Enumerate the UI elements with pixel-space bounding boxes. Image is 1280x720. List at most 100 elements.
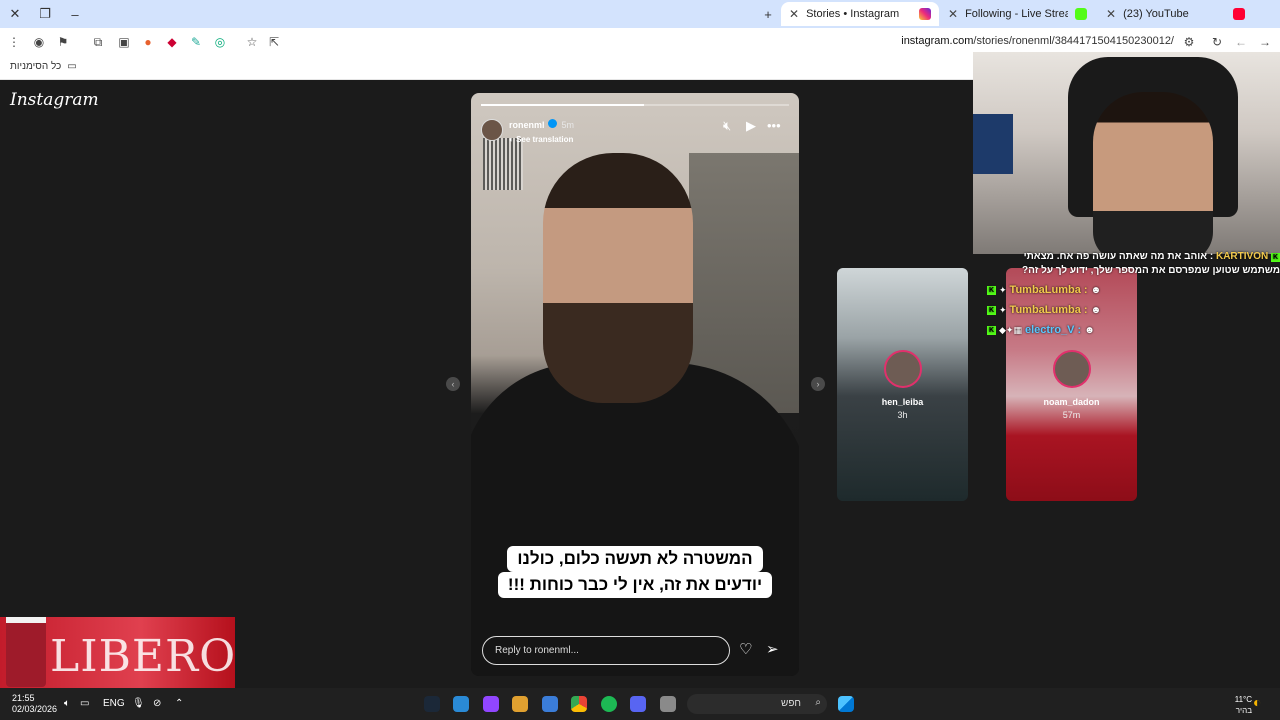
chat-message: K ◆✦▦ electro_V : ☻	[987, 324, 1095, 336]
weather-widget[interactable]: 11°C בהיר	[1235, 694, 1252, 716]
clock[interactable]: 21:55 02/03/2026	[12, 693, 57, 715]
avatar[interactable]	[481, 118, 503, 141]
mute-icon[interactable]: 🔇︎	[723, 118, 731, 134]
ad-brand-text: LIBERO	[50, 631, 235, 682]
extension-icon[interactable]: ◎	[212, 34, 228, 50]
start-windows-icon[interactable]	[838, 696, 854, 712]
instagram-logo[interactable]: Instagram	[10, 90, 99, 110]
tab-instagram-stories[interactable]: ✕ Stories • Instagram	[781, 2, 939, 26]
language-indicator[interactable]: ENG	[103, 698, 125, 709]
see-translation-link[interactable]: ◐ See translation	[509, 135, 574, 144]
bookmark-star-icon[interactable]: ☆	[244, 34, 260, 50]
forward-icon[interactable]: →	[1257, 34, 1273, 50]
emote-icon: ☻	[1084, 324, 1095, 336]
play-icon[interactable]: ▶	[746, 118, 756, 134]
minimize-window-icon[interactable]: –	[65, 4, 85, 24]
caption-line: המשטרה לא תעשה כלום, כולנו	[507, 546, 763, 572]
spotify-icon[interactable]	[601, 696, 617, 712]
install-app-icon[interactable]: ⇱	[266, 34, 282, 50]
close-tab-icon[interactable]: ✕	[948, 7, 958, 21]
kick-favicon-icon	[1075, 8, 1087, 20]
twitch-icon[interactable]	[483, 696, 499, 712]
reply-input[interactable]: Reply to ronenml...	[482, 636, 730, 665]
story-image-vent	[483, 138, 523, 190]
kick-badge-icon: K	[987, 285, 996, 295]
next-story-icon[interactable]: ›	[811, 377, 825, 391]
extension-icon[interactable]: ✎	[188, 34, 204, 50]
extension-icon[interactable]: ◉	[31, 34, 47, 50]
emote-icon: ☻	[1090, 304, 1102, 316]
close-tab-icon[interactable]: ✕	[1106, 7, 1116, 21]
chat-message: K ✦ TumbaLumba : ☻	[987, 284, 1101, 296]
webcam-overlay	[973, 52, 1280, 254]
emote-icon: ☻	[1090, 284, 1102, 296]
story-caption: המשטרה לא תעשה כלום, כולנו יודעים את זה,…	[489, 546, 781, 598]
close-window-icon[interactable]: ✕	[5, 4, 25, 24]
chat-overlay: K KARTIVON : אוהב את מה שאתה עושה פה אח.…	[985, 250, 1280, 278]
extension-icon[interactable]: ●	[140, 34, 156, 50]
file-explorer-icon[interactable]	[660, 696, 676, 712]
extension-icon[interactable]: ◆	[164, 34, 180, 50]
story-progress-bar	[481, 104, 789, 106]
story-progress-fill	[481, 104, 645, 106]
previous-story-icon[interactable]: ‹	[446, 377, 460, 391]
preview-username: hen_leiba	[881, 397, 924, 407]
chat-username: electro_V :	[1024, 324, 1082, 336]
address-bar[interactable]: instagram.com/stories/ronenml/3844171504…	[901, 35, 1174, 47]
app-icon[interactable]	[512, 696, 528, 712]
more-options-icon[interactable]: •••	[767, 118, 781, 133]
share-send-icon[interactable]: ➢	[766, 640, 779, 658]
site-settings-icon[interactable]: ⚙	[1181, 34, 1197, 50]
menu-dots-icon[interactable]: ⋮	[6, 34, 22, 50]
chrome-icon[interactable]	[571, 696, 587, 712]
kick-badge-icon: K	[987, 305, 996, 315]
new-tab-button[interactable]: +	[758, 4, 778, 24]
webcam-background-poster	[973, 114, 1013, 174]
caption-line: יודעים את זה, אין לי כבר כוחות !!!	[497, 572, 773, 598]
reload-icon[interactable]: ↻	[1209, 34, 1225, 50]
chevron-up-icon[interactable]: ⌃	[175, 698, 183, 709]
extension-icon[interactable]: ⚑	[55, 34, 71, 50]
chat-message: K KARTIVON : אוהב את מה שאתה עושה פה אח.…	[1022, 251, 1280, 276]
chat-username: TumbaLumba :	[1009, 284, 1088, 296]
like-heart-icon[interactable]: ♡	[739, 640, 752, 658]
kick-badge-icon: K	[987, 325, 996, 335]
network-icon[interactable]: ▭	[80, 698, 89, 709]
discord-icon[interactable]	[630, 696, 646, 712]
steam-icon[interactable]	[424, 696, 440, 712]
chat-badge-icon: ◆✦▦	[999, 324, 1022, 335]
extensions-puzzle-icon[interactable]: ⧉	[90, 34, 106, 50]
tab-youtube[interactable]: ✕ (23) YouTube	[1098, 2, 1253, 26]
story-preview-noam-dadon[interactable]: noam_dadon 57m	[1006, 268, 1137, 501]
story-username[interactable]: ronenml	[509, 120, 545, 130]
chat-badge-icon: ✦	[999, 304, 1007, 315]
back-icon[interactable]: ←	[1233, 34, 1249, 50]
folder-icon: ▭	[67, 61, 77, 72]
search-icon: ⌕	[815, 697, 821, 708]
bookmarks-bar: כל הסימניות ▭	[0, 56, 973, 80]
story-time: 5m	[561, 120, 575, 130]
tab-kick-following[interactable]: ✕ Following - Live Streams on Kic	[940, 2, 1095, 26]
notepad-icon[interactable]	[542, 696, 558, 712]
story-header: ronenml 5m ◐ See translation	[481, 115, 574, 144]
windows-taskbar: 21:55 02/03/2026 🔈︎ ▭ ENG 🎙︎ ⊘ ⌃ חפש ⌕ 1…	[0, 688, 1280, 720]
perfume-bottle-image	[6, 617, 46, 687]
app-icon[interactable]	[453, 696, 469, 712]
sponsor-ad-banner: LIBERO	[0, 617, 235, 689]
restore-window-icon[interactable]: ❐	[35, 4, 55, 24]
taskbar-search[interactable]: חפש ⌕	[687, 694, 827, 714]
story-image-person-head	[543, 153, 693, 403]
preview-username: noam_dadon	[1043, 397, 1100, 407]
webcam-streamer	[1093, 92, 1213, 254]
story-preview-hen-leiba[interactable]: hen_leiba 3h	[837, 268, 968, 501]
avatar	[1053, 350, 1091, 388]
camera-off-icon[interactable]: ⊘	[153, 698, 161, 709]
volume-icon[interactable]: 🔈︎	[64, 698, 70, 709]
all-bookmarks-item[interactable]: כל הסימניות ▭	[10, 61, 77, 72]
close-tab-icon[interactable]: ✕	[789, 7, 799, 21]
browser-tab-bar: ✕ ❐ – + ✕ Stories • Instagram ✕ Followin…	[0, 0, 1280, 28]
microphone-icon[interactable]: 🎙︎	[132, 698, 145, 709]
story-image-person-body	[471, 363, 799, 676]
story-viewer[interactable]: ronenml 5m ◐ See translation 🔇︎ ▶ ••• המש…	[471, 93, 799, 676]
extension-icon[interactable]: ▣	[116, 34, 132, 50]
